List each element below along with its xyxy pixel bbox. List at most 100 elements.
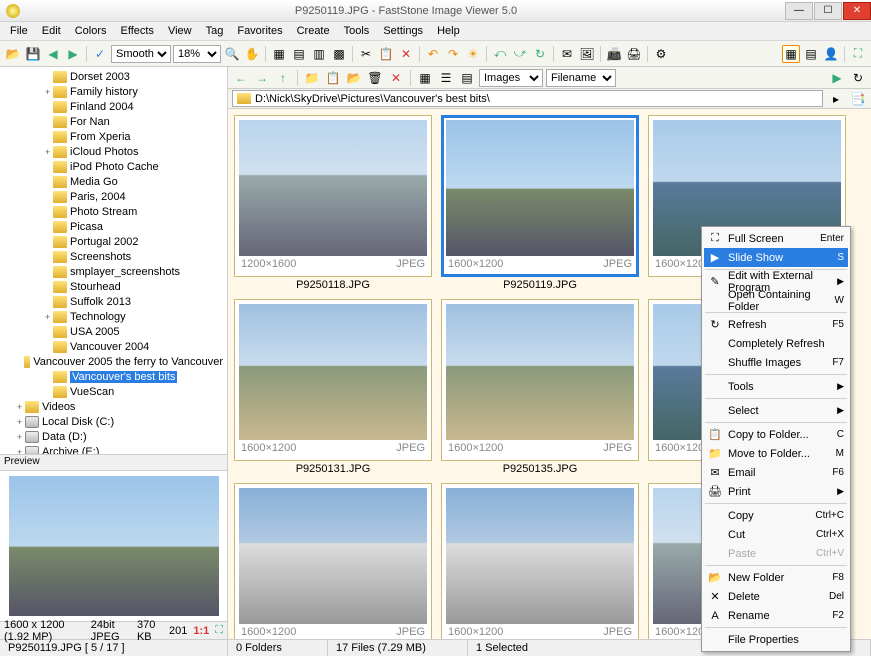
cut-icon[interactable]: ✂ <box>357 45 375 63</box>
preview-pane[interactable] <box>0 471 227 621</box>
print-icon[interactable]: 🖨 <box>625 45 643 63</box>
ctx-slide-show[interactable]: ▶Slide ShowS <box>704 248 848 267</box>
tree-item[interactable]: Picasa <box>0 219 227 234</box>
expand-icon[interactable]: + <box>42 312 53 322</box>
tree-item[interactable]: Portugal 2002 <box>0 234 227 249</box>
copy-to-icon[interactable]: 📋 <box>324 69 342 87</box>
expand-icon[interactable]: + <box>14 417 25 427</box>
tree-item[interactable]: Stourhead <box>0 279 227 294</box>
zoom-in-icon[interactable]: 🔍 <box>223 45 241 63</box>
nav-fwd-icon[interactable]: → <box>253 69 271 87</box>
tree-item[interactable]: VueScan <box>0 384 227 399</box>
folder-tree[interactable]: Dorset 2003+Family historyFinland 2004Fo… <box>0 67 227 455</box>
thumbnail[interactable]: 1600×1200JPEGP9250131.JPG <box>234 299 432 477</box>
ctx-tools[interactable]: Tools▶ <box>704 377 848 396</box>
tool4-icon[interactable]: ▩ <box>330 45 348 63</box>
view1-icon[interactable]: ▦ <box>782 45 800 63</box>
tree-item[interactable]: +iCloud Photos <box>0 144 227 159</box>
ctx-delete[interactable]: ✕DeleteDel <box>704 587 848 606</box>
path-input[interactable]: D:\Nick\SkyDrive\Pictures\Vancouver's be… <box>232 90 823 107</box>
tree-item[interactable]: USA 2005 <box>0 324 227 339</box>
ctx-new-folder[interactable]: 📂New FolderF8 <box>704 568 848 587</box>
del-icon[interactable]: ✕ <box>387 69 405 87</box>
sun-icon[interactable]: ☀ <box>464 45 482 63</box>
tree-item[interactable]: smplayer_screenshots <box>0 264 227 279</box>
tree-item[interactable]: Finland 2004 <box>0 99 227 114</box>
fit-icon[interactable]: ⛶ <box>215 624 223 637</box>
tree-item[interactable]: Vancouver 2004 <box>0 339 227 354</box>
delete2-icon[interactable]: 🗑 <box>366 69 384 87</box>
menu-settings[interactable]: Settings <box>377 24 429 38</box>
redo-icon[interactable]: ⤻ <box>511 45 529 63</box>
move-to-icon[interactable]: 📂 <box>345 69 363 87</box>
menu-tools[interactable]: Tools <box>338 24 376 38</box>
open-icon[interactable]: 📂 <box>4 45 22 63</box>
menu-favorites[interactable]: Favorites <box>231 24 288 38</box>
back-icon[interactable]: ◀ <box>44 45 62 63</box>
play-icon[interactable]: ▶ <box>828 69 846 87</box>
thumbnail[interactable]: 1600×1200JPEGP9260142.JPG <box>234 483 432 639</box>
tree-item[interactable]: +Technology <box>0 309 227 324</box>
expand-icon[interactable]: + <box>42 87 53 97</box>
ctx-select[interactable]: Select▶ <box>704 401 848 420</box>
ctx-full-screen[interactable]: ⛶Full ScreenEnter <box>704 229 848 248</box>
thumbnail[interactable]: 1600×1200JPEGP9250119.JPG <box>441 115 639 293</box>
refresh-icon[interactable]: ↻ <box>531 45 549 63</box>
maximize-button[interactable]: ☐ <box>814 2 842 20</box>
tree-item[interactable]: For Nan <box>0 114 227 129</box>
undo-icon[interactable]: ⤺ <box>491 45 509 63</box>
sort-select[interactable]: Filename <box>546 69 616 87</box>
wallpaper-icon[interactable]: 🖼 <box>578 45 596 63</box>
ctx-copy-to-folder-[interactable]: 📋Copy to Folder...C <box>704 425 848 444</box>
path-fav-icon[interactable]: 📑 <box>849 90 867 108</box>
ctx-open-containing-folder[interactable]: Open Containing FolderW <box>704 291 848 310</box>
forward-icon[interactable]: ▶ <box>64 45 82 63</box>
tree-item[interactable]: Media Go <box>0 174 227 189</box>
list-icon[interactable]: ☰ <box>437 69 455 87</box>
thumbnail[interactable]: 1600×1200JPEGP9250135.JPG <box>441 299 639 477</box>
ctx-copy[interactable]: CopyCtrl+C <box>704 506 848 525</box>
delete-icon[interactable]: ✕ <box>397 45 415 63</box>
menu-help[interactable]: Help <box>431 24 466 38</box>
menu-effects[interactable]: Effects <box>115 24 160 38</box>
check-icon[interactable]: ✓ <box>91 45 109 63</box>
tree-item[interactable]: +Family history <box>0 84 227 99</box>
context-menu[interactable]: ⛶Full ScreenEnter▶Slide ShowS✎Edit with … <box>701 226 851 652</box>
rotate-right-icon[interactable]: ↷ <box>444 45 462 63</box>
ctx-shuffle-images[interactable]: Shuffle ImagesF7 <box>704 353 848 372</box>
menu-create[interactable]: Create <box>291 24 336 38</box>
menu-tag[interactable]: Tag <box>200 24 230 38</box>
menu-file[interactable]: File <box>4 24 34 38</box>
settings-icon[interactable]: ⚙ <box>652 45 670 63</box>
tree-item[interactable]: Vancouver's best bits <box>0 369 227 384</box>
menu-colors[interactable]: Colors <box>69 24 113 38</box>
thumbnail[interactable]: 1200×1600JPEGP9250118.JPG <box>234 115 432 293</box>
tree-item[interactable]: +Data (D:) <box>0 429 227 444</box>
nav-back-icon[interactable]: ← <box>232 69 250 87</box>
expand-icon[interactable]: + <box>14 447 25 456</box>
menu-view[interactable]: View <box>162 24 198 38</box>
tree-item[interactable]: +Archive (E:) <box>0 444 227 455</box>
smooth-select[interactable]: Smooth <box>111 45 171 63</box>
tool1-icon[interactable]: ▦ <box>270 45 288 63</box>
thumbs-icon[interactable]: ▦ <box>416 69 434 87</box>
ctx-rename[interactable]: ARenameF2 <box>704 606 848 625</box>
expand-icon[interactable]: + <box>14 402 25 412</box>
ctx-email[interactable]: ✉EmailF6 <box>704 463 848 482</box>
ctx-completely-refresh[interactable]: Completely Refresh <box>704 334 848 353</box>
email-icon[interactable]: ✉ <box>558 45 576 63</box>
tree-item[interactable]: +Local Disk (C:) <box>0 414 227 429</box>
nav-up-icon[interactable]: ↑ <box>274 69 292 87</box>
scan-icon[interactable]: 📠 <box>605 45 623 63</box>
thumbnail[interactable]: 1600×1200JPEGP9260149.JPG <box>441 483 639 639</box>
rotate-left-icon[interactable]: ↶ <box>424 45 442 63</box>
tree-item[interactable]: iPod Photo Cache <box>0 159 227 174</box>
ctx-move-to-folder-[interactable]: 📁Move to Folder...M <box>704 444 848 463</box>
expand-icon[interactable]: + <box>42 147 53 157</box>
tree-item[interactable]: Photo Stream <box>0 204 227 219</box>
hand-icon[interactable]: ✋ <box>243 45 261 63</box>
expand-icon[interactable]: + <box>14 432 25 442</box>
menu-edit[interactable]: Edit <box>36 24 67 38</box>
tree-item[interactable]: +Videos <box>0 399 227 414</box>
tree-item[interactable]: Suffolk 2013 <box>0 294 227 309</box>
